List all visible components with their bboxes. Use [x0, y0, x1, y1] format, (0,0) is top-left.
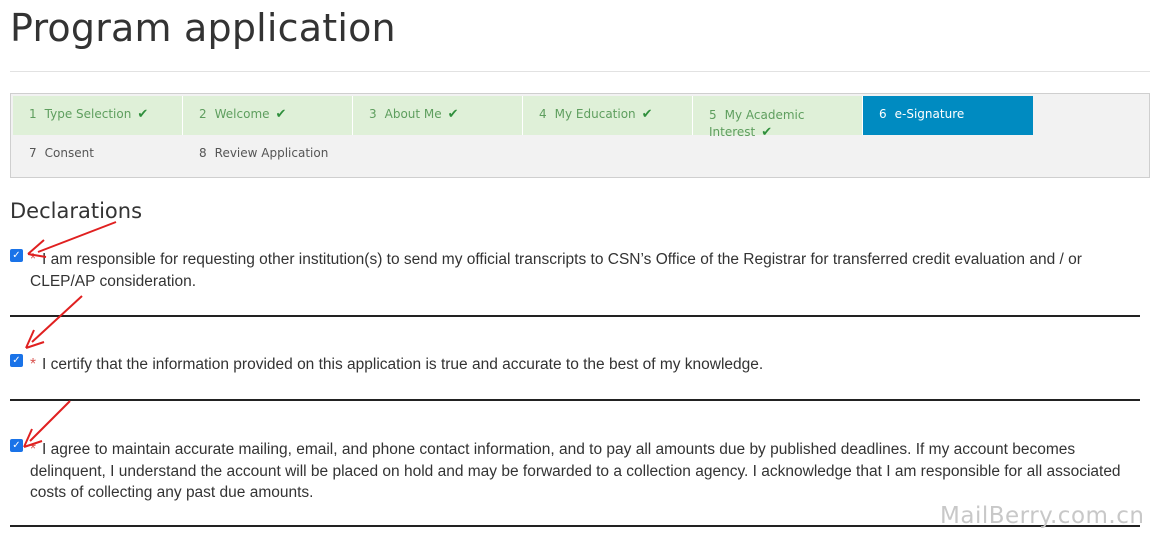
required-marker: * [30, 356, 37, 373]
checkmark-icon: ✓ [12, 249, 21, 261]
declaration-checkbox[interactable]: ✓ [10, 249, 23, 262]
declaration-divider [10, 399, 1140, 401]
step-consent[interactable]: 7 Consent [13, 135, 183, 174]
required-marker: * [30, 251, 37, 268]
step-label: My Academic [724, 108, 805, 122]
declaration-certify: ✓ * I certify that the information provid… [10, 354, 1140, 384]
declaration-transcripts: ✓ * I am responsible for requesting other… [10, 249, 1140, 299]
progress-stepper: 1 Type Selection ✔ 2 Welcome ✔ 3 About Me ✔ 4M… [10, 93, 1150, 178]
step-my-academic-interest[interactable]: 5 My Academic Interest ✔ [693, 96, 863, 140]
declaration-checkbox[interactable]: ✓ [10, 439, 23, 452]
step-number: 4 [539, 107, 547, 121]
declaration-text: * I agree to maintain accurate mailing, e… [30, 441, 1121, 501]
title-divider [10, 71, 1150, 72]
declaration-checkbox[interactable]: ✓ [10, 354, 23, 367]
declaration-text: * I am responsible for requesting other i… [30, 251, 1082, 290]
step-label: Consent [44, 146, 94, 160]
page-title: Program application [10, 6, 396, 50]
step-label: My Education [554, 107, 636, 121]
check-icon: ✔ [137, 107, 149, 122]
annotation-arrow [29, 400, 71, 442]
step-type-selection[interactable]: 1 Type Selection ✔ [13, 96, 183, 135]
step-label: e-Signature [894, 107, 965, 121]
step-number: 8 [199, 146, 207, 160]
step-review-application[interactable]: 8 Review Application [183, 135, 383, 174]
declarations-heading: Declarations [10, 199, 143, 223]
step-number: 5 [709, 108, 717, 122]
step-label: Type Selection [44, 107, 132, 121]
check-icon: ✔ [761, 125, 773, 140]
step-number: 3 [369, 107, 377, 121]
check-icon: ✔ [447, 107, 459, 122]
checkmark-icon: ✓ [12, 354, 21, 366]
step-label: Review Application [214, 146, 329, 160]
declaration-text: * I certify that the information provided… [30, 356, 764, 373]
step-welcome[interactable]: 2 Welcome ✔ [183, 96, 353, 135]
checkmark-icon: ✓ [12, 439, 21, 451]
declaration-divider [10, 315, 1140, 317]
annotation-arrow [31, 295, 83, 343]
required-marker: * [30, 441, 37, 458]
step-label-continued: Interest [709, 125, 756, 139]
watermark: MailBerry.com.cn [940, 503, 1145, 529]
step-about-me[interactable]: 3 About Me ✔ [353, 96, 523, 135]
step-label: About Me [384, 107, 442, 121]
step-my-education[interactable]: 4 My Education ✔ [523, 96, 693, 135]
step-number: 1 [29, 107, 37, 121]
annotation-arrowhead [25, 329, 45, 349]
step-label: Welcome [214, 107, 270, 121]
step-e-signature[interactable]: 6 e-Signature [863, 96, 1033, 135]
step-number: 6 [879, 107, 887, 121]
annotation-arrow [37, 221, 117, 253]
check-icon: ✔ [275, 107, 287, 122]
declaration-payment: ✓ * I agree to maintain accurate mailing,… [10, 439, 1140, 509]
step-number: 2 [199, 107, 207, 121]
step-number: 7 [29, 146, 37, 160]
check-icon: ✔ [641, 107, 653, 122]
